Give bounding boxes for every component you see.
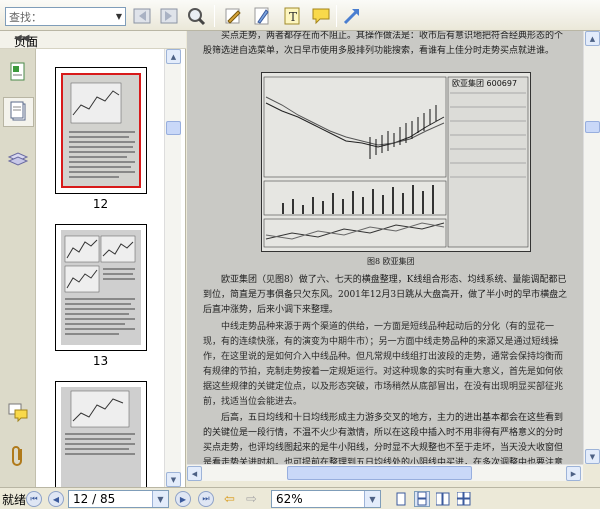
next-page-icon[interactable] <box>157 4 181 28</box>
comments-icon[interactable] <box>5 397 31 427</box>
thumbnail-image <box>61 230 141 345</box>
first-page-button[interactable]: ⏮ <box>26 491 42 507</box>
panel-icon-bar <box>0 49 36 487</box>
continuous-view-icon[interactable] <box>414 491 430 507</box>
chevron-down-icon[interactable]: ▼ <box>152 491 168 507</box>
bookmark-icon[interactable] <box>3 97 34 127</box>
search-input[interactable]: 查找： <box>6 9 113 25</box>
single-page-view-icon[interactable] <box>393 491 409 507</box>
scroll-thumb[interactable] <box>585 121 600 133</box>
thumbnail-label-13: 13 <box>92 354 109 368</box>
scroll-down-icon[interactable]: ▼ <box>585 449 600 464</box>
status-text: 就绪 <box>2 492 27 507</box>
thumbnail-label-12: 12 <box>92 197 109 211</box>
toolbar-separator-2 <box>336 5 337 27</box>
layers-icon[interactable] <box>5 143 31 173</box>
last-page-button[interactable]: ⏭ <box>198 491 214 507</box>
attachment-icon[interactable] <box>5 441 31 471</box>
prev-page-button[interactable]: ◀ <box>48 491 64 507</box>
page-number-value[interactable]: 12 / 85 <box>69 492 152 506</box>
first-page-icon[interactable]: ⏮ <box>26 491 42 507</box>
arrow-icon[interactable] <box>340 4 364 28</box>
forward-arrow-icon[interactable]: ⇨ <box>246 491 257 507</box>
document-hscrollbar[interactable]: ◀ ▶ <box>187 464 583 481</box>
prev-page-icon[interactable]: ◀ <box>48 491 64 507</box>
thumbnail-image <box>61 387 141 487</box>
last-page-icon[interactable]: ⏭ <box>198 491 214 507</box>
document-vscrollbar[interactable]: ▲ ▼ <box>583 31 600 464</box>
status-bar: 就绪 ⏮ ◀ 12 / 85 ▼ ▶ ⏭ ⇦ ⇨ 62% ▼ <box>0 487 600 509</box>
scroll-thumb[interactable] <box>166 121 181 135</box>
chevron-down-icon[interactable]: ▼ <box>113 8 125 25</box>
scroll-left-icon[interactable]: ◀ <box>187 466 202 481</box>
zoom-field[interactable]: 62% ▼ <box>271 490 381 508</box>
continuous-facing-view-icon[interactable] <box>456 491 472 507</box>
thumbnail-page-13[interactable] <box>55 224 147 351</box>
scroll-right-icon[interactable]: ▶ <box>566 466 581 481</box>
highlighter-icon[interactable] <box>250 4 274 28</box>
text-note-icon[interactable]: T <box>280 4 304 28</box>
thumbnail-scrollbar[interactable]: ▲ ▼ <box>164 49 181 487</box>
back-arrow-icon[interactable]: ⇦ <box>224 491 235 507</box>
page-number-field[interactable]: 12 / 85 ▼ <box>68 490 169 508</box>
thumbnail-page-14[interactable] <box>55 381 147 487</box>
thumbnail-page-12[interactable] <box>55 67 147 194</box>
document-page: 买点走势，两者都存在而不阻止。其操作做法是：收市后有意识地把符合经典形态的个股筛… <box>187 31 583 481</box>
thumbnail-image <box>61 73 141 188</box>
chart-title: 欧亚集团 600697 <box>452 78 517 88</box>
toolbar-separator <box>214 5 215 27</box>
paragraph-2: 欧亚集团（见图8）做了六、七天的横盘整理，K线组合形态、均线系统、量能调配都已到… <box>203 275 568 315</box>
pages-panel: 页面 ◀◀ 12 13 ▲ ▼ <box>0 31 186 487</box>
page-icon[interactable] <box>5 57 31 87</box>
zoom-value[interactable]: 62% <box>272 492 364 506</box>
toolbar: 查找： ▼ T <box>0 0 600 31</box>
search-box[interactable]: 查找： ▼ <box>5 7 126 26</box>
scroll-up-icon[interactable]: ▲ <box>585 31 600 46</box>
thumbnail-list: 12 13 <box>37 49 164 487</box>
scroll-down-icon[interactable]: ▼ <box>166 472 181 487</box>
svg-text:T: T <box>289 10 297 24</box>
pencil-icon[interactable] <box>221 4 245 28</box>
paragraph-1: 买点走势，两者都存在而不阻止。其操作做法是：收市后有意识地把符合经典形态的个股筛… <box>203 31 564 56</box>
scroll-up-icon[interactable]: ▲ <box>166 49 181 64</box>
chevron-down-icon[interactable]: ▼ <box>364 491 380 507</box>
zoom-search-icon[interactable] <box>184 4 208 28</box>
stock-chart-figure: 欧亚集团 600697 <box>261 72 531 252</box>
panel-header: 页面 ◀◀ <box>0 31 186 49</box>
next-page-icon[interactable]: ▶ <box>175 491 191 507</box>
document-view[interactable]: 买点走势，两者都存在而不阻止。其操作做法是：收市后有意识地把符合经典形态的个股筛… <box>187 31 583 481</box>
next-page-button[interactable]: ▶ <box>175 491 191 507</box>
paragraph-3: 中线走势品种来源于两个渠道的供给，一方面是短线品种起动后的分化（有的显花一现，有… <box>203 322 564 407</box>
facing-view-icon[interactable] <box>435 491 451 507</box>
prev-page-icon[interactable] <box>130 4 154 28</box>
hscroll-thumb[interactable] <box>287 466 472 480</box>
chart-caption: 图8 欧亚集团 <box>367 257 415 266</box>
comment-icon[interactable] <box>309 4 333 28</box>
collapse-panel-icon[interactable]: ◀◀ <box>14 33 182 44</box>
